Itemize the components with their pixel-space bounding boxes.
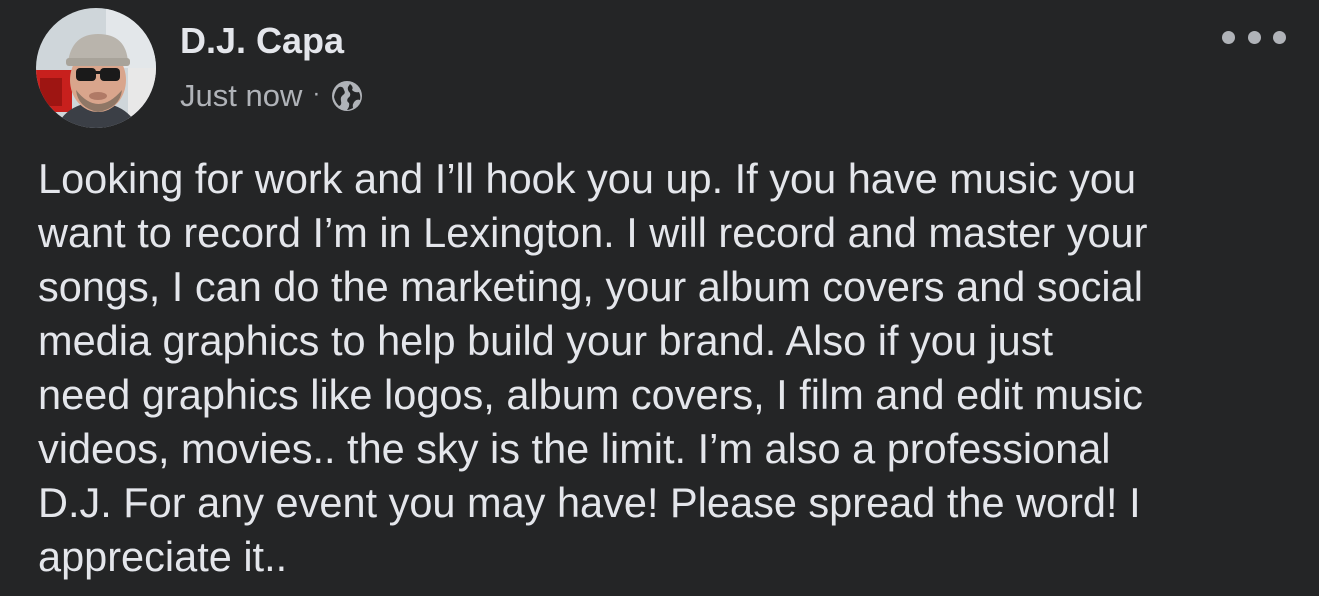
post-text-line: appreciate it.. bbox=[38, 533, 288, 580]
avatar[interactable] bbox=[36, 8, 156, 128]
author-name[interactable]: D.J. Capa bbox=[180, 20, 344, 62]
post-text-line: need graphics like logos, album covers, … bbox=[38, 371, 1143, 418]
post-meta: Just now · bbox=[180, 76, 364, 116]
globe-icon[interactable] bbox=[330, 79, 364, 113]
more-options-icon bbox=[1222, 30, 1235, 44]
post-text-line: videos, movies.. the sky is the limit. I… bbox=[38, 425, 1111, 472]
more-options-button[interactable] bbox=[1222, 20, 1286, 54]
post-text-line: D.J. For any event you may have! Please … bbox=[38, 479, 1141, 526]
post-body: Looking for work and I’ll hook you up. I… bbox=[38, 152, 1288, 584]
post-text-line: media graphics to help build your brand.… bbox=[38, 317, 1054, 364]
post-text-line: Looking for work and I’ll hook you up. I… bbox=[38, 155, 1137, 202]
post-card: D.J. Capa Just now · Looking for work an… bbox=[0, 0, 1319, 596]
profile-photo bbox=[36, 8, 156, 128]
timestamp[interactable]: Just now bbox=[180, 78, 302, 114]
post-text-line: songs, I can do the marketing, your albu… bbox=[38, 263, 1143, 310]
more-options-icon bbox=[1273, 30, 1286, 44]
post-text-line: want to record I’m in Lexington. I will … bbox=[38, 209, 1148, 256]
more-options-icon bbox=[1247, 30, 1261, 44]
meta-separator: · bbox=[312, 80, 321, 107]
